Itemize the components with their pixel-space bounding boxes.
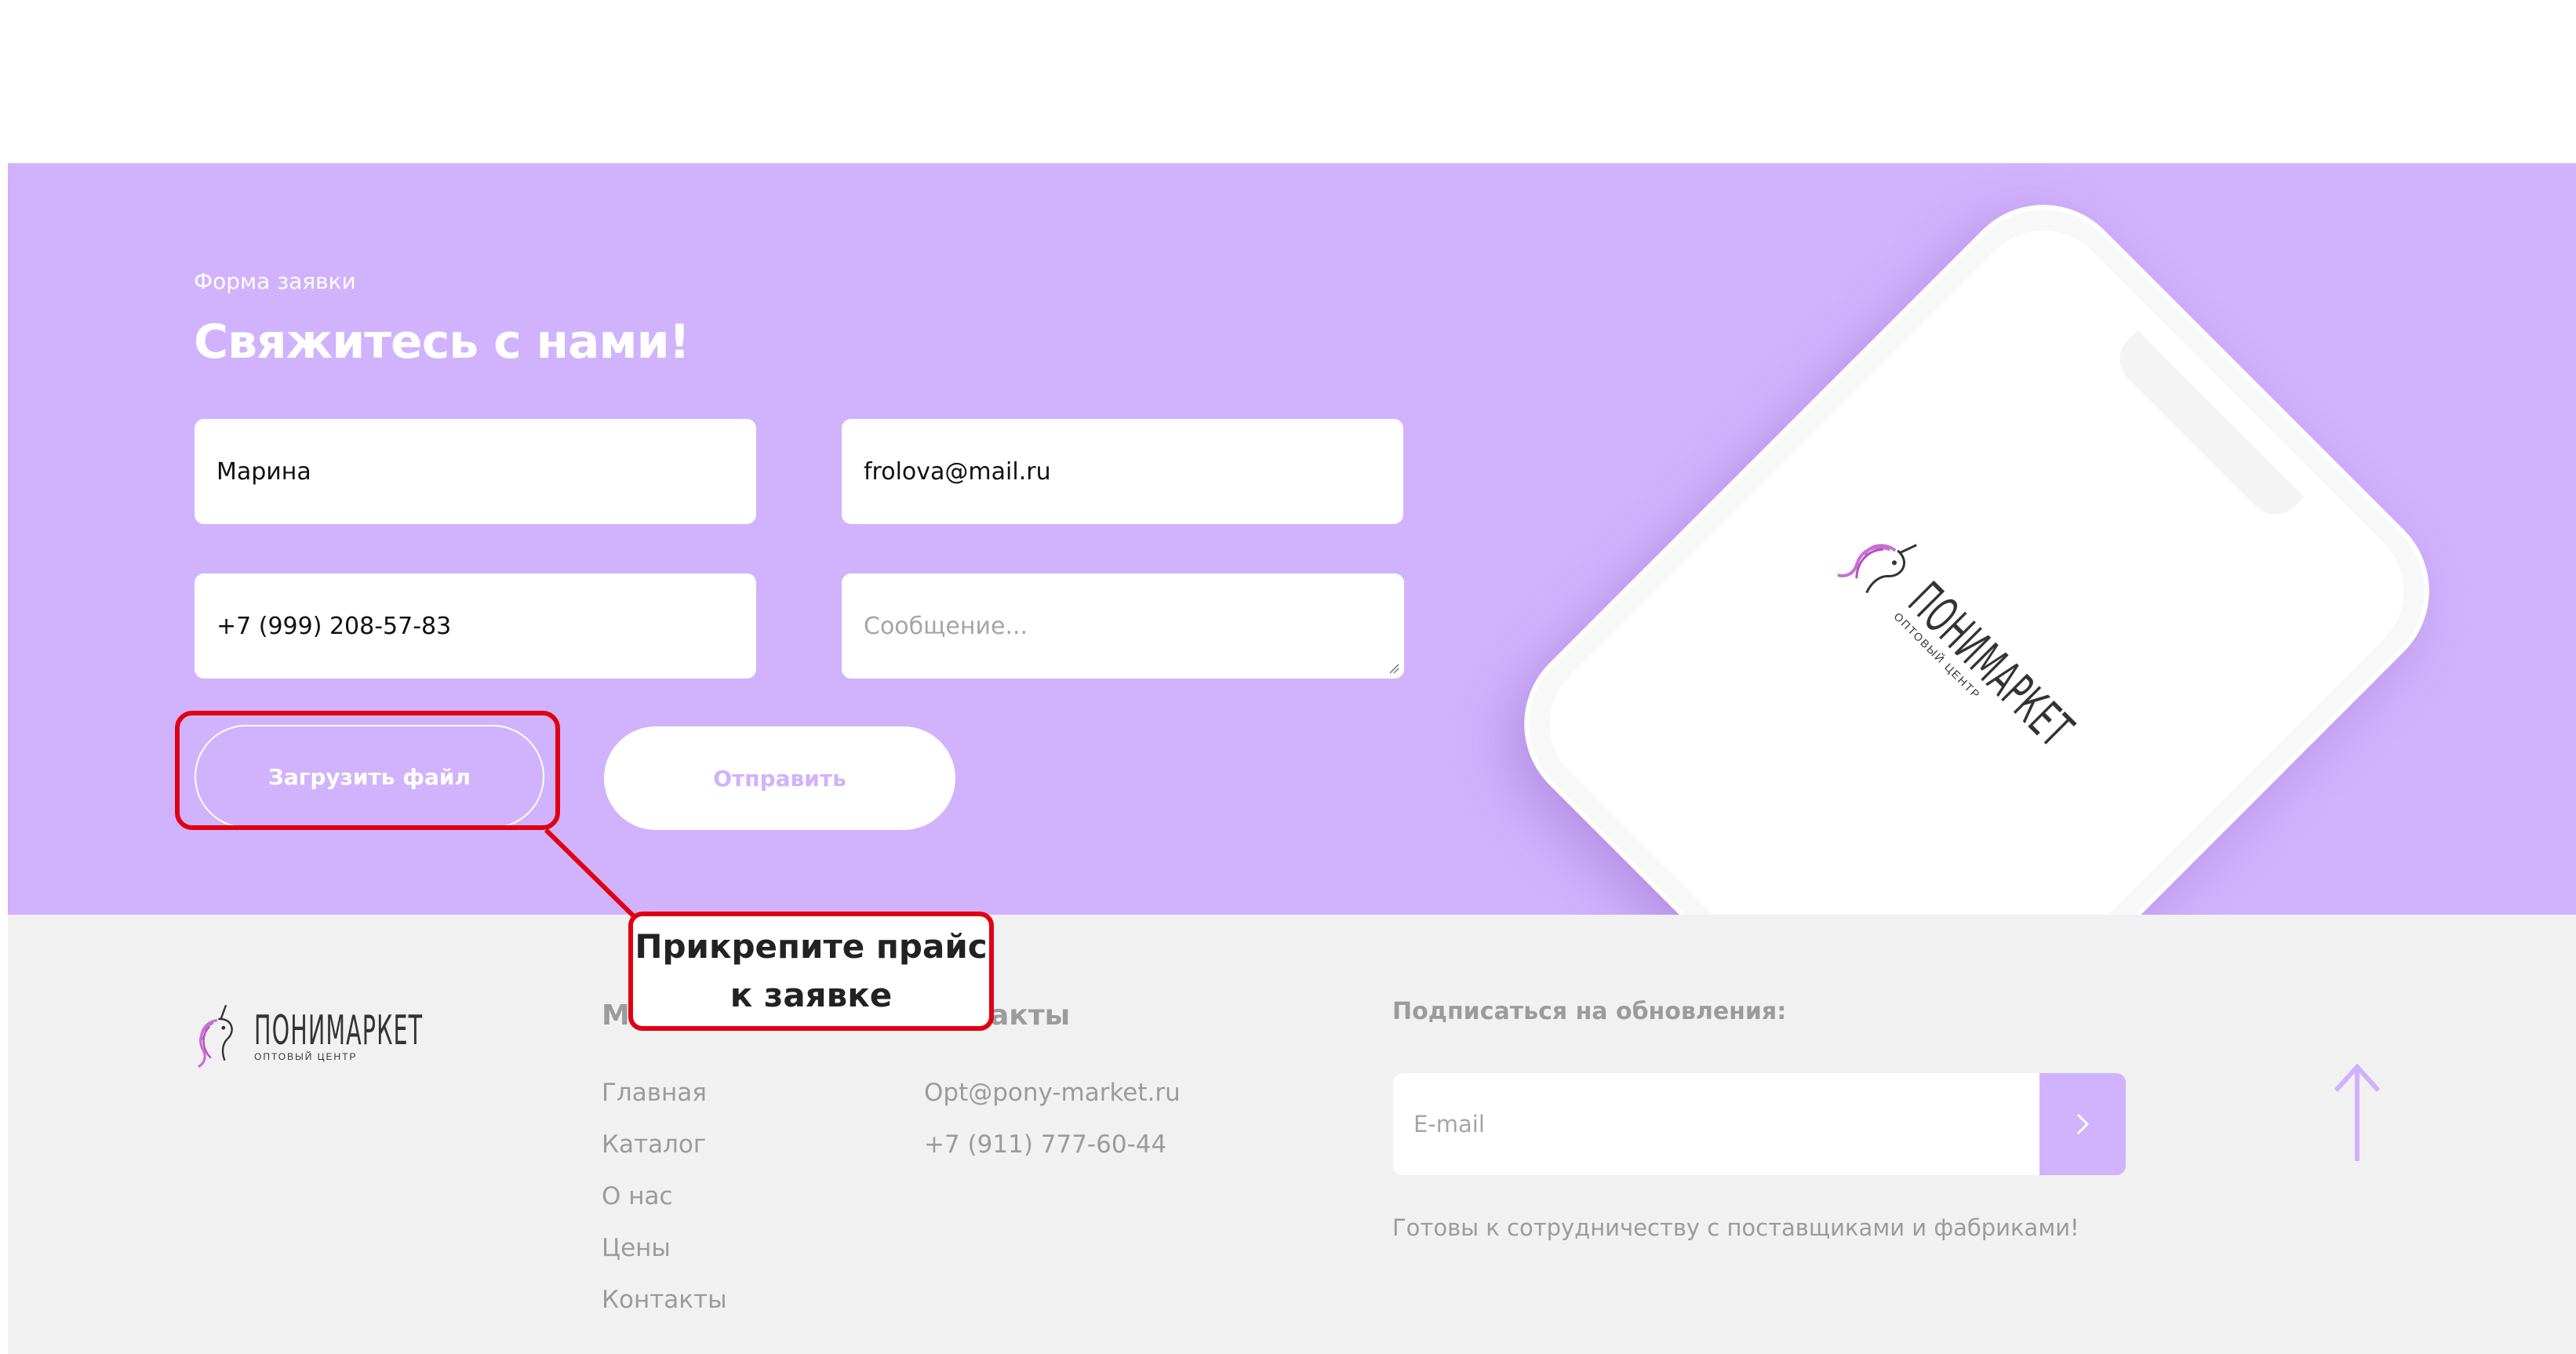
footer-menu: Главная Каталог О нас Цены Контакты	[602, 1067, 727, 1326]
footer-logo[interactable]: ПОНИМАРКЕТ ОПТОВЫЙ ЦЕНТР	[188, 992, 467, 1078]
footer-menu-item[interactable]: Каталог	[602, 1119, 727, 1170]
footer-menu-item[interactable]: О нас	[602, 1170, 727, 1222]
email-field-value: frolova@mail.ru	[864, 457, 1051, 486]
subscribe-heading: Подписаться на обновления:	[1392, 998, 1787, 1025]
callout-highlight-box	[175, 711, 560, 830]
email-field[interactable]: frolova@mail.ru	[842, 419, 1403, 524]
contact-email-link[interactable]: Opt@pony-market.ru	[924, 1067, 1181, 1119]
subscribe-submit-button[interactable]	[2039, 1073, 2126, 1175]
contact-phone-link[interactable]: +7 (911) 777-60-44	[924, 1119, 1181, 1170]
subscribe-email-placeholder: E-mail	[1414, 1111, 1485, 1137]
callout-label: Прикрепите прайс к заявке	[628, 912, 994, 1031]
name-field[interactable]: Марина	[195, 419, 756, 524]
phone-brand-logo: ПОНИМАРКЕТ ОПТОВЫЙ ЦЕНТР	[1827, 508, 2127, 808]
footer-menu-item[interactable]: Главная	[602, 1067, 727, 1119]
footer-contacts: Opt@pony-market.ru +7 (911) 777-60-44	[924, 1067, 1181, 1170]
contacts-heading: акты	[990, 999, 1071, 1032]
submit-button[interactable]: Отправить	[604, 726, 955, 830]
form-eyebrow: Форма заявки	[194, 268, 356, 294]
menu-heading: М	[602, 999, 630, 1032]
form-title: Свяжитесь с нами!	[194, 315, 690, 369]
footer	[8, 915, 2576, 1354]
phone-mockup: ПОНИМАРКЕТ ОПТОВЫЙ ЦЕНТР	[1488, 169, 2465, 915]
footer-menu-item[interactable]: Цены	[602, 1222, 727, 1274]
arrow-up-icon[interactable]	[2330, 1062, 2385, 1164]
message-textarea[interactable]: Сообщение...	[842, 573, 1404, 679]
callout-line-1: Прикрепите прайс	[635, 927, 988, 966]
callout-line-2: к заявке	[730, 976, 893, 1014]
phone-brand-name: ПОНИМАРКЕТ	[1897, 572, 2084, 759]
subscribe-note: Готовы к сотрудничеству с поставщиками и…	[1392, 1214, 2079, 1241]
subscribe-email-input[interactable]: E-mail	[1393, 1073, 2039, 1175]
message-placeholder: Сообщение...	[864, 612, 1028, 640]
footer-brand-name: ПОНИМАРКЕТ	[254, 1007, 424, 1054]
name-field-value: Марина	[216, 457, 311, 486]
chevron-right-icon	[2076, 1113, 2090, 1135]
phone-field-value: +7 (999) 208-57-83	[216, 612, 452, 640]
footer-menu-item[interactable]: Контакты	[602, 1274, 727, 1326]
unicorn-logo-icon	[197, 1004, 233, 1068]
resize-grip-icon[interactable]	[1388, 663, 1399, 674]
phone-field[interactable]: +7 (999) 208-57-83	[195, 573, 756, 679]
